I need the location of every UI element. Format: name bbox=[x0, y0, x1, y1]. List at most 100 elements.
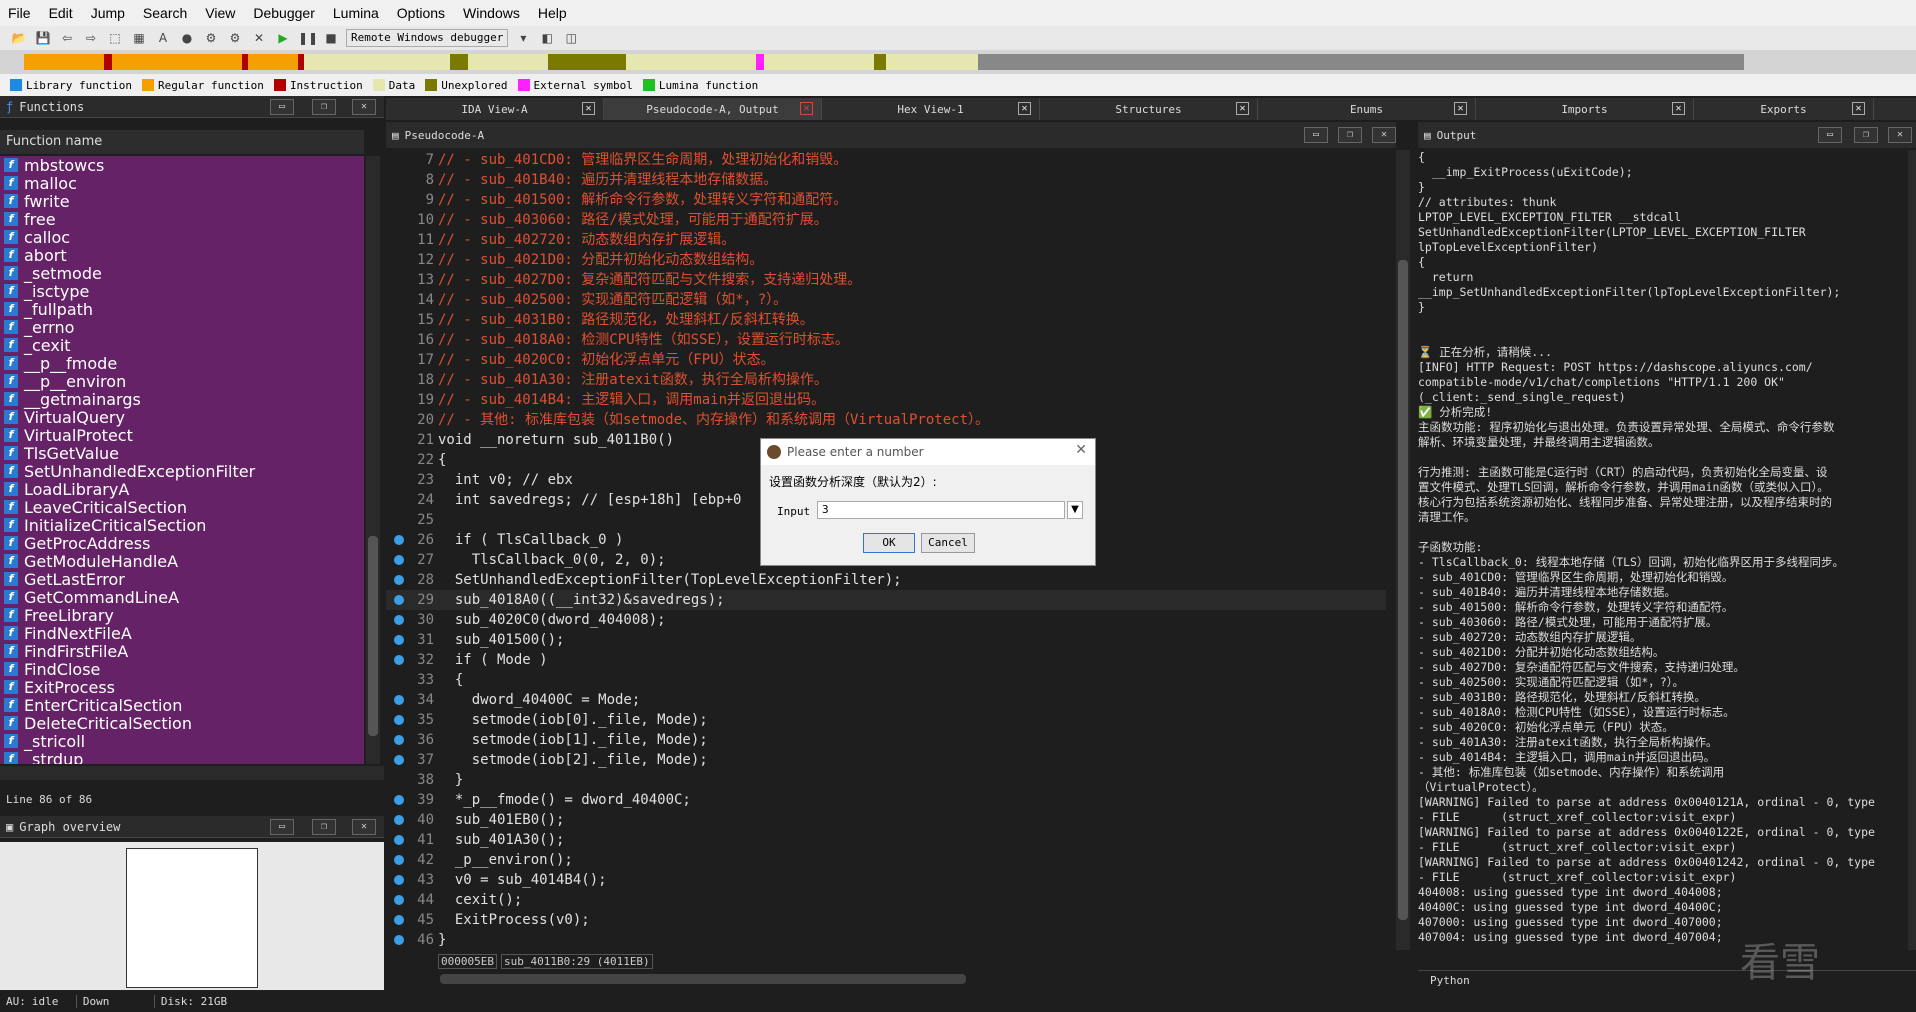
function-item[interactable]: f SetUnhandledExceptionFilter bbox=[0, 462, 364, 481]
forward-icon[interactable]: ⇨ bbox=[82, 29, 100, 47]
restore-icon[interactable]: ❐ bbox=[312, 819, 336, 835]
nav-segment[interactable] bbox=[764, 54, 874, 70]
tab-ida-view-a[interactable]: IDA View-A ✕ bbox=[386, 98, 604, 120]
nav-segment[interactable] bbox=[450, 54, 468, 70]
code-line[interactable]: 40 sub_401EB0(); bbox=[386, 810, 1386, 830]
close-x-icon[interactable]: ✕ bbox=[250, 29, 268, 47]
nav-segment[interactable] bbox=[548, 54, 626, 70]
function-item[interactable]: f InitializeCriticalSection bbox=[0, 516, 364, 535]
menu-item-jump[interactable]: Jump bbox=[91, 5, 125, 21]
code-line[interactable]: 43 v0 = sub_4014B4(); bbox=[386, 870, 1386, 890]
code-line[interactable]: 44 cexit(); bbox=[386, 890, 1386, 910]
function-item[interactable]: f free bbox=[0, 210, 364, 229]
tab-hex-view-1[interactable]: Hex View-1 ✕ bbox=[822, 98, 1040, 120]
close-icon[interactable]: ✕ bbox=[1852, 102, 1865, 115]
pause-icon[interactable]: ❚❚ bbox=[298, 29, 318, 47]
close-icon[interactable]: ✕ bbox=[352, 819, 376, 835]
hex-icon[interactable]: ▦ bbox=[130, 29, 148, 47]
close-icon[interactable]: ✕ bbox=[1888, 127, 1912, 143]
minimize-icon[interactable]: ▭ bbox=[1304, 127, 1328, 143]
code-line[interactable]: 31 sub_401500(); bbox=[386, 630, 1386, 650]
close-icon[interactable]: ✕ bbox=[800, 102, 813, 115]
function-item[interactable]: f malloc bbox=[0, 174, 364, 193]
code-line[interactable]: 34 dword_40400C = Mode; bbox=[386, 690, 1386, 710]
code-line[interactable]: 39 *_p__fmode() = dword_40400C; bbox=[386, 790, 1386, 810]
nav-segment[interactable] bbox=[248, 54, 298, 70]
open-icon[interactable]: 📂 bbox=[10, 29, 28, 47]
nav-segment[interactable] bbox=[104, 54, 112, 70]
code-line[interactable]: 33 { bbox=[386, 670, 1386, 690]
function-item[interactable]: f LoadLibraryA bbox=[0, 480, 364, 499]
nav-segment[interactable] bbox=[24, 54, 104, 70]
menu-item-edit[interactable]: Edit bbox=[49, 5, 73, 21]
play-icon[interactable]: ▶ bbox=[274, 29, 292, 47]
function-scrollbar[interactable] bbox=[366, 156, 380, 764]
nav-segment[interactable] bbox=[304, 54, 450, 70]
menu-item-windows[interactable]: Windows bbox=[463, 5, 520, 21]
function-item[interactable]: f LeaveCriticalSection bbox=[0, 498, 364, 517]
number-input[interactable]: 3 bbox=[817, 501, 1065, 519]
restore-icon[interactable]: ❐ bbox=[1338, 127, 1362, 143]
nav-segment[interactable] bbox=[756, 54, 764, 70]
function-item[interactable]: f TlsGetValue bbox=[0, 444, 364, 463]
function-item[interactable]: f DeleteCriticalSection bbox=[0, 714, 364, 733]
tab-enums[interactable]: Enums ✕ bbox=[1258, 98, 1476, 120]
code-line[interactable]: 18// - sub_401A30: 注册atexit函数，执行全局析构操作。 bbox=[386, 370, 1386, 390]
navigation-band[interactable] bbox=[0, 50, 1916, 74]
code-line[interactable]: 38 } bbox=[386, 770, 1386, 790]
code-line[interactable]: 32 if ( Mode ) bbox=[386, 650, 1386, 670]
code-line[interactable]: 20// - 其他: 标准库包装（如setmode、内存操作）和系统调用（Vir… bbox=[386, 410, 1386, 430]
tab-pseudocode-a-output[interactable]: Pseudocode-A, Output ✕ bbox=[604, 98, 822, 120]
graph-viewport[interactable] bbox=[126, 848, 258, 988]
code-hscroll[interactable] bbox=[440, 974, 966, 984]
close-icon[interactable]: ✕ bbox=[1672, 102, 1685, 115]
function-item[interactable]: f calloc bbox=[0, 228, 364, 247]
code-line[interactable]: 10// - sub_403060: 路径/模式处理，可能用于通配符扩展。 bbox=[386, 210, 1386, 230]
code-line[interactable]: 35 setmode(iob[0]._file, Mode); bbox=[386, 710, 1386, 730]
function-item[interactable]: f GetLastError bbox=[0, 570, 364, 589]
function-item[interactable]: f ExitProcess bbox=[0, 678, 364, 697]
menu-item-lumina[interactable]: Lumina bbox=[333, 5, 379, 21]
function-item[interactable]: f FreeLibrary bbox=[0, 606, 364, 625]
function-item[interactable]: f _stricoll bbox=[0, 732, 364, 751]
code-line[interactable]: 42 _p__environ(); bbox=[386, 850, 1386, 870]
nav-segment[interactable] bbox=[978, 54, 1744, 70]
code-line[interactable]: 19// - sub_4014B4: 主逻辑入口，调用main并返回退出码。 bbox=[386, 390, 1386, 410]
code-line[interactable]: 12// - sub_4021D0: 分配并初始化动态数组结构。 bbox=[386, 250, 1386, 270]
function-item[interactable]: f FindFirstFileA bbox=[0, 642, 364, 661]
menu-item-search[interactable]: Search bbox=[143, 5, 187, 21]
code-line[interactable]: 13// - sub_4027D0: 复杂通配符匹配与文件搜索，支持递归处理。 bbox=[386, 270, 1386, 290]
nav-strip[interactable] bbox=[24, 54, 1744, 70]
cancel-button[interactable]: Cancel bbox=[921, 533, 975, 553]
code-line[interactable]: 8// - sub_401B40: 遍历并清理线程本地存储数据。 bbox=[386, 170, 1386, 190]
function-item[interactable]: f fwrite bbox=[0, 192, 364, 211]
menu-item-debugger[interactable]: Debugger bbox=[253, 5, 315, 21]
nav-segment[interactable] bbox=[886, 54, 978, 70]
code-line[interactable]: 7// - sub_401CD0: 管理临界区生命周期，处理初始化和销毁。 bbox=[386, 150, 1386, 170]
tab-structures[interactable]: Structures ✕ bbox=[1040, 98, 1258, 120]
close-icon[interactable]: ✕ bbox=[1372, 127, 1396, 143]
python-tab[interactable]: Python bbox=[1430, 974, 1470, 987]
close-icon[interactable]: ✕ bbox=[582, 102, 595, 115]
function-item[interactable]: f FindClose bbox=[0, 660, 364, 679]
nav-segment[interactable] bbox=[112, 54, 242, 70]
menu-item-help[interactable]: Help bbox=[538, 5, 567, 21]
code-line[interactable]: 11// - sub_402720: 动态数组内存扩展逻辑。 bbox=[386, 230, 1386, 250]
stop-icon[interactable]: ■ bbox=[322, 29, 340, 47]
function-item[interactable]: f __p__fmode bbox=[0, 354, 364, 373]
function-item[interactable]: f _cexit bbox=[0, 336, 364, 355]
menu-item-file[interactable]: File bbox=[8, 5, 31, 21]
scroll-thumb[interactable] bbox=[368, 536, 378, 736]
minimize-icon[interactable]: ▭ bbox=[270, 99, 294, 115]
python-input[interactable]: Python bbox=[1418, 970, 1916, 990]
function-item[interactable]: f EnterCriticalSection bbox=[0, 696, 364, 715]
function-item[interactable]: f _isctype bbox=[0, 282, 364, 301]
code-line[interactable]: 17// - sub_4020C0: 初始化浮点单元（FPU）状态。 bbox=[386, 350, 1386, 370]
function-item[interactable]: f VirtualProtect bbox=[0, 426, 364, 445]
minimize-icon[interactable]: ▭ bbox=[1818, 127, 1842, 143]
tool2-icon[interactable]: ⚙ bbox=[226, 29, 244, 47]
code-line[interactable]: 15// - sub_4031B0: 路径规范化，处理斜杠/反斜杠转换。 bbox=[386, 310, 1386, 330]
code-line[interactable]: 30 sub_4020C0(dword_404008); bbox=[386, 610, 1386, 630]
code-line[interactable]: 28 SetUnhandledExceptionFilter(TopLevelE… bbox=[386, 570, 1386, 590]
chevron-down-icon[interactable]: ▾ bbox=[514, 29, 532, 47]
